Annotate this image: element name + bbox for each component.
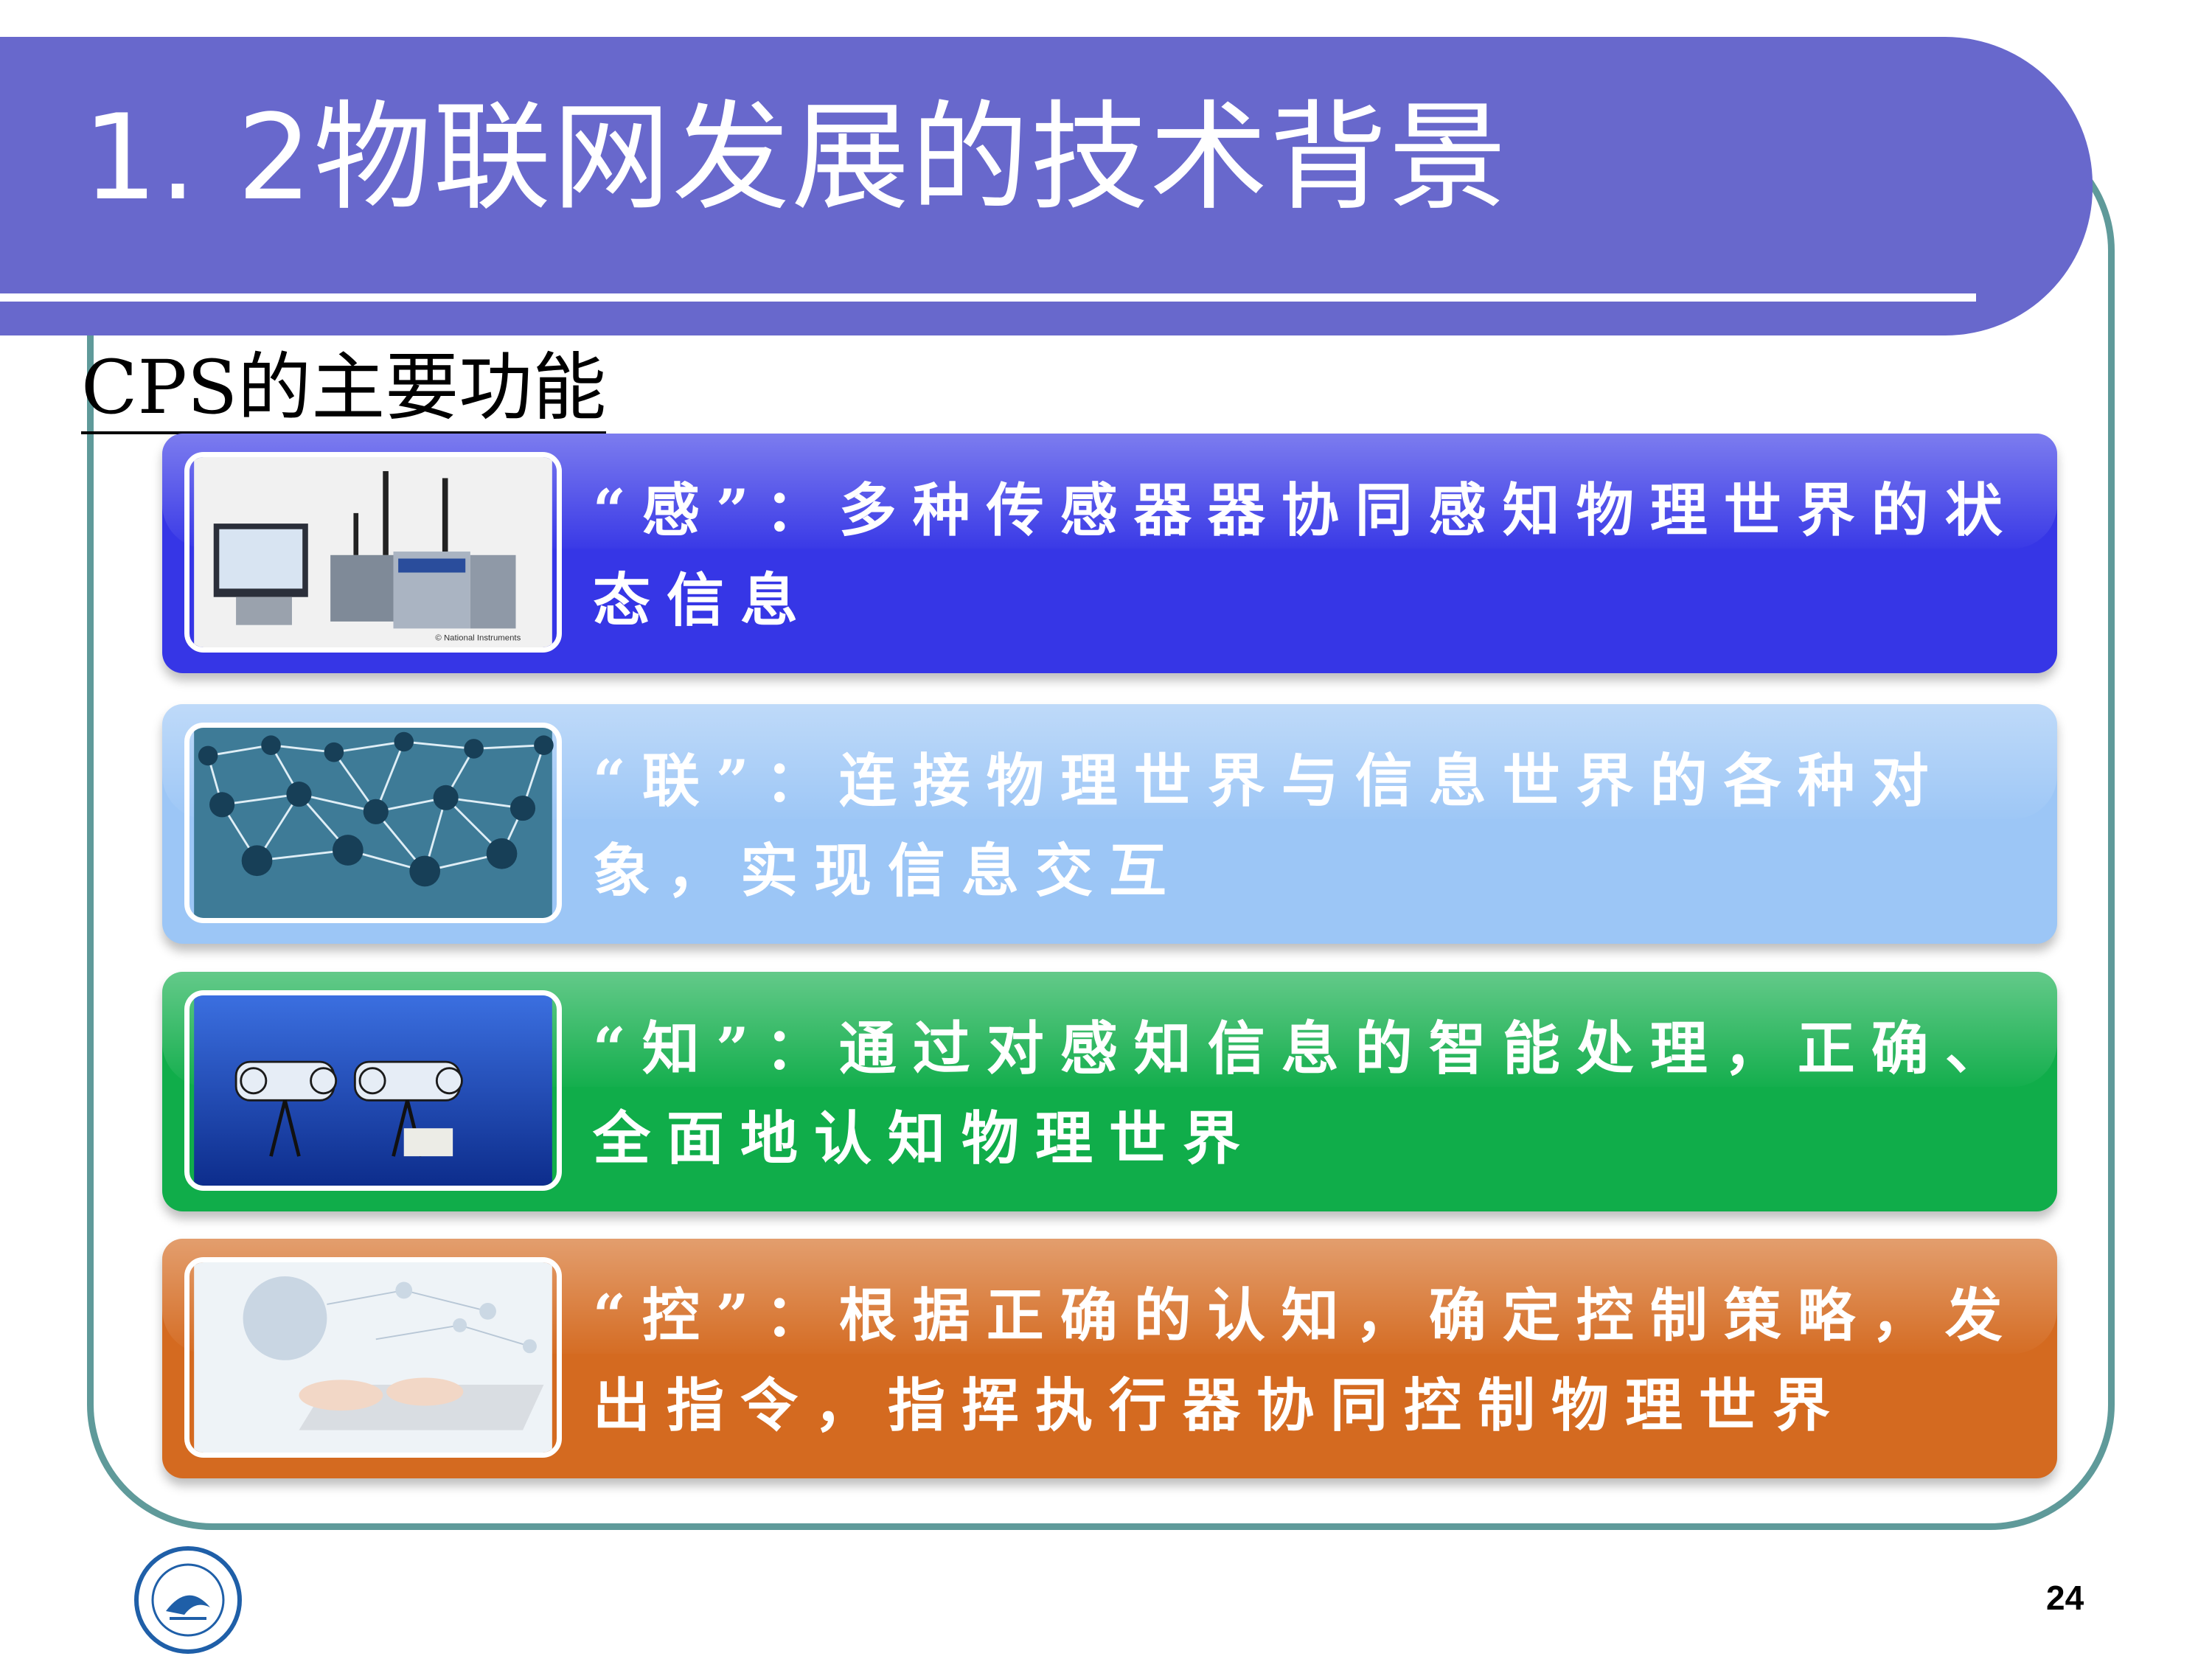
sensor-devices-image: © National Instruments <box>184 452 562 653</box>
image-caption: © National Instruments <box>435 634 521 643</box>
row-text: “知”：通过对感知信息的智能处理，正确、全面地认知物理世界 <box>593 1015 2019 1172</box>
function-row-sense: © National Instruments “感”：多种传感器器协同感知物理世… <box>162 434 2057 673</box>
banner-divider <box>0 293 1976 302</box>
function-row-cognize: “知”：通过对感知信息的智能处理，正确、全面地认知物理世界 <box>162 972 2057 1211</box>
laptop-hands-image <box>184 1257 562 1458</box>
underwater-robots-image <box>184 990 562 1191</box>
row-text: “感”：多种传感器器协同感知物理世界的状态信息 <box>593 477 2019 634</box>
slide-title: 1. 2物联网发展的技术背景 <box>83 88 1509 226</box>
section-subtitle: CPS的主要功能 <box>81 345 607 434</box>
function-row-control: “控”：根据正确的认知，确定控制策略，发出指令，指挥执行器协同控制物理世界 <box>162 1239 2057 1478</box>
network-nodes-image <box>184 723 562 923</box>
row-text: “控”：根据正确的认知，确定控制策略，发出指令，指挥执行器协同控制物理世界 <box>593 1282 2019 1439</box>
university-seal-logo <box>133 1545 243 1655</box>
page-number: 24 <box>2046 1579 2084 1617</box>
row-text: “联”：连接物理世界与信息世界的各种对象，实现信息交互 <box>593 748 1945 905</box>
function-row-connect: “联”：连接物理世界与信息世界的各种对象，实现信息交互 <box>162 704 2057 944</box>
